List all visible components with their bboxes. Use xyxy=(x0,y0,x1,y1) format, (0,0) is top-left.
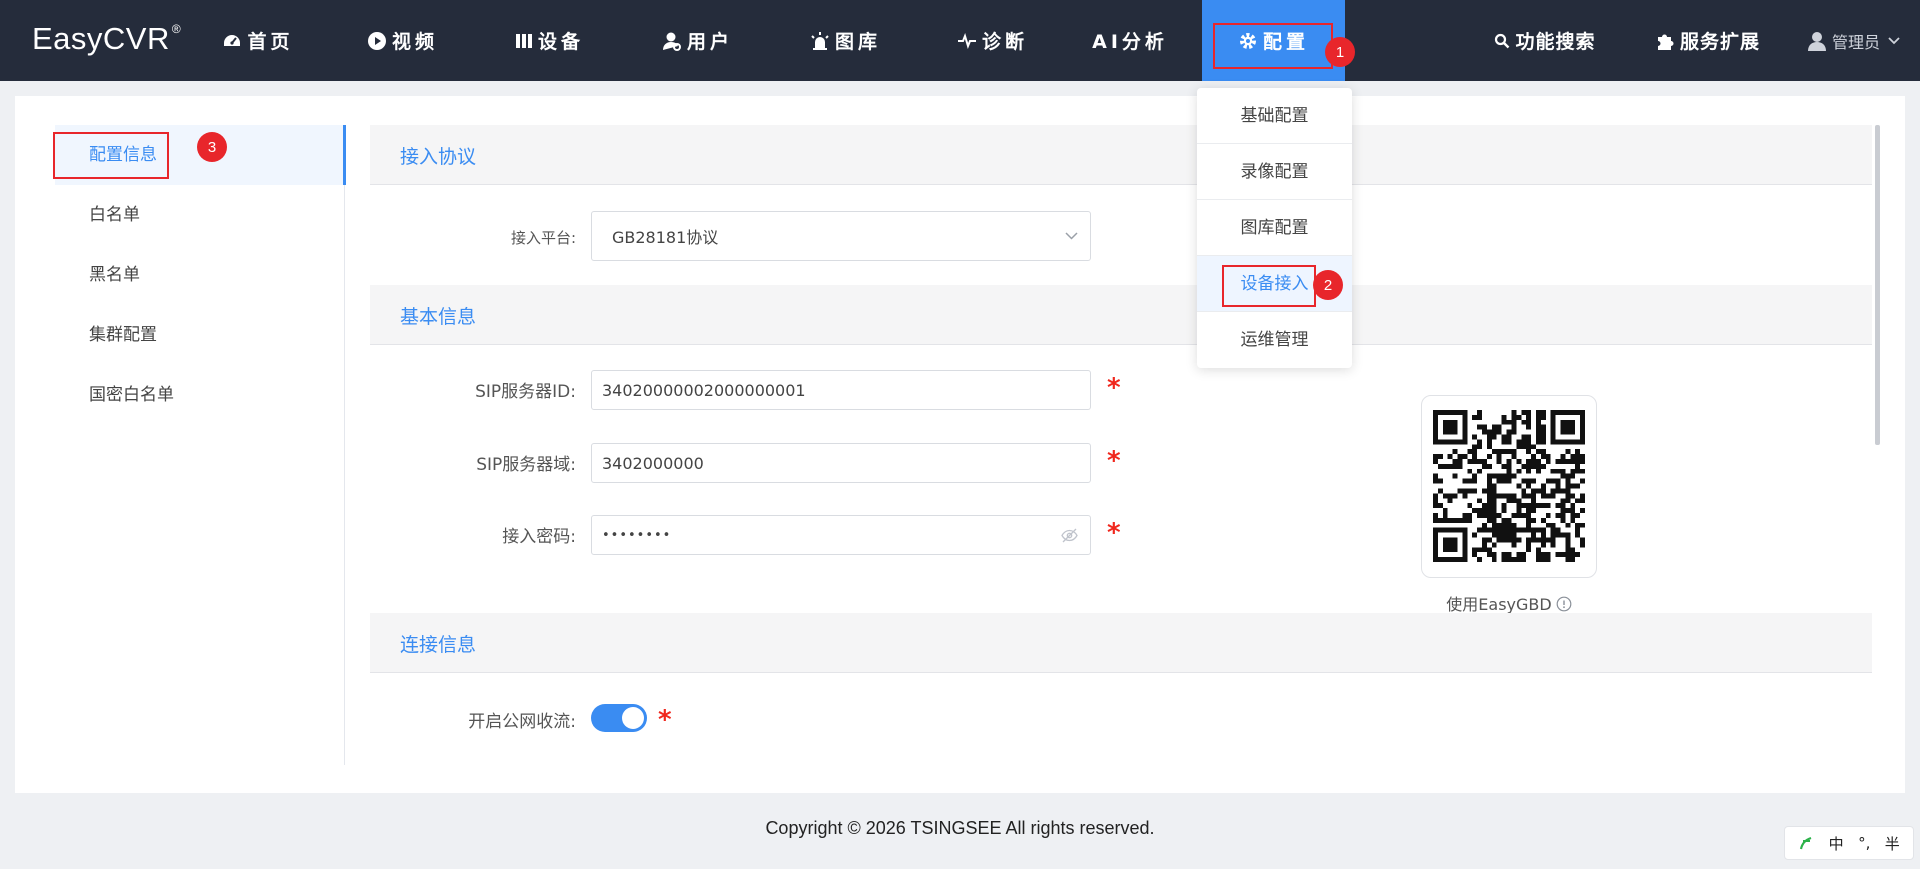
config-content: 接入协议 接入平台: GB28181协议 基本信息 SIP服务器ID: 3402… xyxy=(370,125,1880,765)
info-icon[interactable] xyxy=(1556,596,1572,612)
chevron-down-icon xyxy=(1888,36,1900,44)
platform-label: 接入平台: xyxy=(510,229,576,247)
platform-select[interactable]: GB28181协议 xyxy=(591,211,1091,261)
user-avatar-icon xyxy=(1807,31,1826,51)
service-extension[interactable]: 服务扩展 xyxy=(1640,0,1775,81)
password-value: •••••••• xyxy=(602,527,672,543)
required-mark: * xyxy=(1107,373,1121,403)
toggle-knob xyxy=(622,707,644,729)
app-logo[interactable]: EasyCVR ® xyxy=(32,21,181,57)
dropdown-item-ops-management[interactable]: 运维管理 xyxy=(1197,312,1352,368)
section-connection-title: 连接信息 xyxy=(400,634,477,656)
required-mark: * xyxy=(1107,518,1121,548)
nav-ai-analysis[interactable]: AI分析 xyxy=(1090,0,1170,81)
content-scrollbar[interactable] xyxy=(1875,125,1880,445)
side-item-sm-whitelist[interactable]: 国密白名单 xyxy=(55,365,344,425)
nav-user-label: 用户 xyxy=(686,31,733,53)
side-item-cluster-config[interactable]: 集群配置 xyxy=(55,305,344,365)
section-basic-header: 基本信息 xyxy=(370,285,1872,345)
user-menu[interactable]: 管理员 xyxy=(1807,0,1906,81)
sip-domain-input[interactable]: 3402000000 xyxy=(591,443,1091,483)
ime-width-mode: 半 xyxy=(1884,834,1900,853)
qr-caption: 使用EasyGBD xyxy=(1421,591,1597,615)
dropdown-item-gallery-config[interactable]: 图库配置 xyxy=(1197,200,1352,256)
nav-ai-analysis-label: AI分析 xyxy=(1092,31,1168,53)
footer-copyright: Copyright © 2026 TSINGSEE All rights res… xyxy=(765,818,1155,838)
annotation-badge-3: 3 xyxy=(197,132,227,162)
dropdown-item-record-config[interactable]: 录像配置 xyxy=(1197,144,1352,200)
nav-home-label: 首页 xyxy=(247,31,294,53)
sip-domain-label: SIP服务器域: xyxy=(476,455,576,475)
user-icon xyxy=(662,32,681,51)
nav-device-label: 设备 xyxy=(537,31,584,53)
ime-punctuation: °, xyxy=(1858,834,1871,852)
side-item-blacklist[interactable]: 黑名单 xyxy=(55,245,344,305)
logo-text: EasyCVR xyxy=(32,21,170,56)
eye-off-icon[interactable] xyxy=(1061,528,1078,543)
nav-video-label: 视频 xyxy=(391,31,438,53)
sip-domain-value: 3402000000 xyxy=(602,453,704,473)
public-stream-toggle[interactable] xyxy=(591,704,647,732)
config-side-menu: 配置信息 白名单 黑名单 集群配置 国密白名单 xyxy=(55,125,346,765)
function-search-label: 功能搜索 xyxy=(1515,31,1596,53)
main-card: 配置信息 白名单 黑名单 集群配置 国密白名单 接入协议 接入平台: GB281… xyxy=(15,96,1905,793)
platform-select-value: GB28181协议 xyxy=(612,228,719,247)
search-icon xyxy=(1495,33,1510,48)
dashboard-icon xyxy=(224,34,241,46)
nav-config-label: 配置 xyxy=(1262,31,1309,53)
ime-logo-icon xyxy=(1800,836,1812,850)
dropdown-item-basic-config[interactable]: 基础配置 xyxy=(1197,88,1352,144)
public-stream-label: 开启公网收流: xyxy=(468,712,576,732)
qr-caption-text: 使用EasyGBD xyxy=(1446,595,1552,614)
chevron-down-icon xyxy=(1065,232,1078,240)
section-protocol-title: 接入协议 xyxy=(400,146,477,168)
required-mark: * xyxy=(1107,446,1121,476)
nav-config[interactable]: 配置 xyxy=(1202,0,1345,81)
nav-device[interactable]: 设备 xyxy=(502,0,597,81)
user-name: 管理员 xyxy=(1831,32,1880,52)
function-search[interactable]: 功能搜索 xyxy=(1490,0,1600,81)
password-label: 接入密码: xyxy=(502,527,576,547)
nav-user[interactable]: 用户 xyxy=(650,0,745,81)
puzzle-icon xyxy=(1657,34,1674,50)
annotation-badge-2: 2 xyxy=(1313,270,1343,300)
ime-language: 中 xyxy=(1828,834,1844,853)
side-item-whitelist[interactable]: 白名单 xyxy=(55,185,344,245)
password-input[interactable]: •••••••• xyxy=(591,515,1091,555)
nav-gallery[interactable]: 图库 xyxy=(798,0,893,81)
service-extension-label: 服务扩展 xyxy=(1679,31,1760,53)
top-navigation-bar: EasyCVR ® 首页 视频 设备 用户 图库 诊断 AI分析 配置 功能搜索 … xyxy=(0,0,1920,81)
qr-code-image xyxy=(1433,410,1585,562)
sip-id-value: 34020000002000000001 xyxy=(602,380,806,400)
nav-home[interactable]: 首页 xyxy=(208,0,308,81)
nav-video[interactable]: 视频 xyxy=(355,0,450,81)
sip-id-input[interactable]: 34020000002000000001 xyxy=(591,370,1091,410)
play-circle-icon xyxy=(367,31,386,50)
sip-id-label: SIP服务器ID: xyxy=(475,382,576,402)
section-protocol-header: 接入协议 xyxy=(370,125,1872,185)
nav-diagnosis-label: 诊断 xyxy=(981,31,1028,53)
ime-toolbar[interactable]: 中 °, 半 xyxy=(1784,826,1914,860)
annotation-badge-1: 1 xyxy=(1325,37,1355,67)
nav-diagnosis[interactable]: 诊断 xyxy=(945,0,1040,81)
section-basic-title: 基本信息 xyxy=(400,306,477,328)
nav-gallery-label: 图库 xyxy=(834,31,881,53)
section-connection-header: 连接信息 xyxy=(370,613,1872,673)
device-icon xyxy=(515,33,532,48)
pulse-icon xyxy=(957,32,976,49)
config-dropdown-menu: 基础配置 录像配置 图库配置 设备接入 运维管理 xyxy=(1197,88,1352,368)
easygbd-qr-code xyxy=(1421,395,1597,578)
gear-icon xyxy=(1239,32,1256,49)
alarm-icon xyxy=(811,31,829,50)
required-mark: * xyxy=(658,705,672,735)
logo-registered-mark: ® xyxy=(171,22,182,36)
